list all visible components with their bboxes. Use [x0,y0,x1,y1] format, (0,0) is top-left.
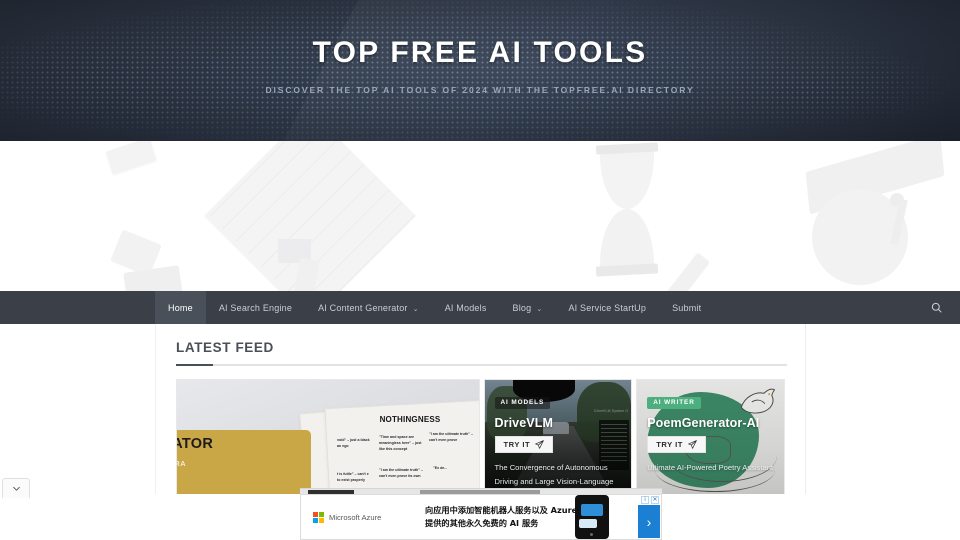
chevron-down-icon: ⌄ [536,305,543,313]
nav-item-label: Blog [512,302,532,313]
nav-left-spacer [0,291,155,324]
content-inner: LATEST FEED NOTHINGNESS void" – just a b… [156,324,805,498]
adchoices-icon[interactable]: i [641,496,649,504]
card-description: Ultimate AI-Powered Poetry Assistant [647,463,774,472]
try-it-label: TRY IT [656,440,683,449]
try-it-button[interactable]: TRY IT [494,436,554,453]
drivevlm-card-overlay: AI MODELS DriveVLM TRY IT The Convergenc… [494,391,624,497]
feed-card-poemgenerator[interactable]: AI WRITER PoemGenerator-AI TRY IT Ultima… [636,379,785,498]
microsoft-logo-icon [313,511,324,523]
ad-controls: i ✕ [641,496,659,504]
try-it-label: TRY IT [503,440,531,449]
status-badge: AI WRITER [647,396,701,409]
card-title: DriveVLM [494,416,553,430]
feature-card-title: K MEME GENERATOR [177,436,214,452]
nav-item-blog[interactable]: Blog ⌄ [500,291,556,324]
ad-copy-line-1: 向应用中添加智能机器人服务以及 Azure [425,504,578,515]
ad-strip: Microsoft Azure 向应用中添加智能机器人服务以及 Azure 提供… [0,478,960,540]
ad-next-button[interactable]: › [638,505,660,538]
nav-item-submit[interactable]: Submit [659,291,714,324]
hero-content: TOP FREE AI TOOLS DISCOVER THE TOP AI TO… [0,0,960,95]
main-navigation: Home AI Search Engine AI Content Generat… [0,291,960,324]
section-heading-rule [176,364,787,366]
ad-collapse-button[interactable] [2,478,30,498]
paper-plane-icon [535,440,544,449]
paper-shape-icon [105,141,157,175]
paper-snippet-text: t is futile" – can't e to exist properly [337,472,369,482]
paper-snippet-text: void" – just a black an ego [337,438,370,448]
page-root: TOP FREE AI TOOLS DISCOVER THE TOP AI TO… [0,0,960,540]
advertisement-banner[interactable]: Microsoft Azure 向应用中添加智能机器人服务以及 Azure 提供… [300,494,662,540]
status-badge: AI MODELS [494,396,551,409]
section-heading: LATEST FEED [176,340,274,355]
chat-bubble-icon [579,519,597,528]
hourglass-cap-icon [595,263,659,277]
paper-snippet-text: "Ex de... [433,466,448,470]
ad-copy-line-2: 提供的其他永久免费的 AI 服务 [425,518,539,528]
ad-brand-label: Microsoft Azure [329,512,382,522]
paper-snippet-text: "I am the ultimate truth" – can't even p… [379,468,423,478]
hero-banner: TOP FREE AI TOOLS DISCOVER THE TOP AI TO… [0,0,960,141]
feed-card-drivevlm[interactable]: DriveVLM System O AI MODELS DriveVLM TRY… [483,379,633,498]
ad-brand-logo: Microsoft Azure [313,511,425,523]
phone-home-dot [590,533,593,536]
try-it-button[interactable]: TRY IT [647,436,706,453]
nav-item-label: Submit [672,302,702,313]
pencil-icon [649,252,711,291]
paper-snippet-text: "Time and space are meaningless here" – … [379,435,422,451]
search-button[interactable] [912,291,960,324]
feed-card-feature[interactable]: NOTHINGNESS void" – just a black an ego … [176,379,480,498]
paper-snippet-text: "I am the ultimate truth" – can't even p… [429,432,473,442]
nav-item-label: AI Models [444,302,487,313]
ad-phone-illustration [575,495,609,539]
decorative-illustration-band [0,141,960,291]
nav-item-home[interactable]: Home [155,291,206,324]
card-title: PoemGenerator-AI [647,416,760,430]
close-icon[interactable]: ✕ [651,496,659,504]
chevron-down-icon [12,486,20,491]
nav-item-ai-content-generator[interactable]: AI Content Generator ⌄ [305,291,432,324]
nav-item-ai-search-engine[interactable]: AI Search Engine [206,291,305,324]
nav-item-label: AI Content Generator [318,302,408,313]
nav-item-label: AI Service StartUp [568,302,647,313]
nav-item-label: Home [168,302,193,313]
hourglass-icon [600,209,654,271]
paper-heading-text: NOTHINGNESS [379,415,441,424]
nav-item-label: AI Search Engine [218,302,293,313]
ad-copy: 向应用中添加智能机器人服务以及 Azure 提供的其他永久免费的 AI 服务 [425,504,595,530]
paper-plane-icon [688,440,697,449]
hero-subtitle: DISCOVER THE TOP AI TOOLS OF 2024 WITH T… [265,85,695,95]
card-grid: NOTHINGNESS void" – just a black an ego … [176,379,785,498]
nav-item-ai-service-startup[interactable]: AI Service StartUp [555,291,659,324]
chat-bubble-icon [581,504,603,516]
page-title: TOP FREE AI TOOLS [312,36,648,69]
poemgenerator-card-overlay: AI WRITER PoemGenerator-AI TRY IT Ultima… [647,391,776,475]
nav-item-ai-models[interactable]: AI Models [432,291,500,324]
search-icon [931,302,942,313]
hourglass-icon [600,149,654,209]
feature-card-subtitle: OMATED SONNET 3.5 AND LORA ME GENERATOR [177,459,187,468]
chevron-down-icon: ⌄ [412,305,419,313]
nav-items: Home AI Search Engine AI Content Generat… [155,291,714,324]
